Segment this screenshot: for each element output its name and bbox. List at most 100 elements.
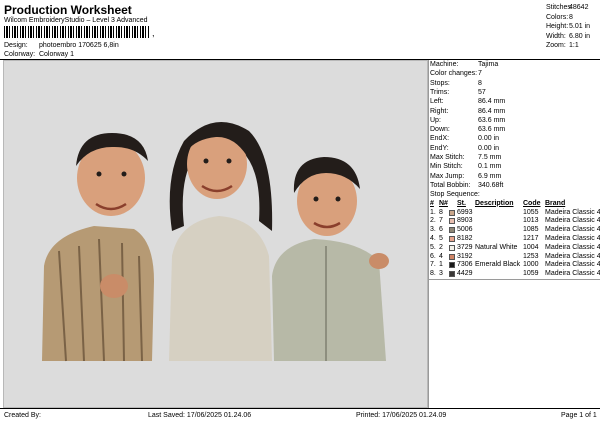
stat-label: Stitches:	[546, 4, 573, 11]
stat-label: Colors:	[546, 13, 569, 21]
row-description: Emerald Black	[475, 261, 521, 269]
girl-dress	[169, 216, 272, 361]
stop-sequence-row: 1. 8 6993 1055 Madeira Classic 40	[430, 209, 600, 218]
machine-label: Color changes:	[430, 70, 478, 78]
stat-width: Width: 6.80 in	[546, 32, 600, 42]
right-boy-eye	[313, 196, 319, 202]
header-code: Code	[523, 199, 541, 207]
stat-value: 5.01 in	[569, 23, 591, 31]
machine-label: EndX:	[430, 135, 450, 143]
stop-sequence-row: 4. 5 8182 1217 Madeira Classic 40	[430, 235, 600, 244]
machine-value: 8	[478, 79, 482, 87]
stat-colors: Colors:8	[546, 13, 600, 23]
right-boy-shirt	[272, 239, 386, 361]
machine-value: 340.68ft	[478, 181, 504, 189]
left-boy	[42, 133, 154, 362]
row-code: 1059	[523, 270, 539, 278]
colorway-label: Colorway:	[4, 51, 36, 58]
row-number: 7.	[430, 261, 436, 269]
header-needle: N#	[439, 199, 448, 207]
machine-label: Max Jump:	[430, 172, 465, 180]
design-stats: Stitches:48642 Colors:8 Height:5.01 in W…	[546, 3, 600, 51]
design-value: photoembro 170625 6,8in	[38, 42, 119, 49]
row-stitches: 3192	[457, 252, 473, 260]
stop-sequence-row: 3. 6 5006 1085 Madeira Classic 40	[430, 226, 600, 235]
total-bobbin-row: Total Bobbin: 340.68ft	[430, 181, 503, 190]
right-boy-eye	[335, 196, 341, 202]
machine-label: Trims:	[430, 88, 450, 96]
printed-date: Printed: 17/06/2025 01.24.09	[356, 412, 447, 419]
min-stitch-row: Min Stitch: 0.1 mm	[430, 162, 501, 171]
left-boy-hand	[100, 274, 128, 298]
colorway-value: Colorway 1	[38, 51, 74, 58]
row-needle: 8	[439, 208, 443, 216]
stop-sequence-row: 6. 4 3192 1253 Madeira Classic 40	[430, 253, 600, 262]
thread-color-swatch	[449, 253, 455, 260]
machine-label: Min Stitch:	[430, 163, 463, 171]
machine-row: Machine: Tajima	[430, 60, 498, 69]
barcode	[4, 26, 150, 38]
color-changes-row: Color changes:7	[430, 69, 482, 78]
machine-value: 86.4 mm	[478, 98, 506, 106]
stat-value: 8	[569, 13, 573, 21]
stat-height: Height:5.01 in	[546, 22, 600, 32]
header-number: #	[430, 199, 434, 207]
machine-label: Max Stitch:	[430, 154, 465, 161]
stop-sequence-row: 8. 3 4429 1059 Madeira Classic 40	[430, 270, 600, 279]
machine-label: Stops:	[430, 79, 450, 87]
design-preview[interactable]	[3, 60, 428, 408]
row-description: Natural White	[475, 243, 518, 251]
machine-value: 0.1 mm	[478, 163, 502, 171]
stop-sequence-title: Stop Sequence:	[430, 190, 480, 198]
row-code: 1085	[523, 226, 539, 234]
machine-label: EndY:	[430, 144, 449, 152]
machine-info-panel: Machine: Tajima Color changes:7 Stops: 8 T…	[428, 60, 600, 408]
row-stitches: 4429	[457, 270, 473, 278]
max-stitch-row: Max Stitch: 7.5 mm	[430, 153, 501, 162]
stat-value: 48642	[569, 4, 589, 11]
software-subtitle: Wilcom EmbroideryStudio – Level 3 Advanc…	[4, 17, 148, 24]
design-label: Design:	[4, 42, 28, 49]
machine-label: Right:	[430, 107, 449, 115]
row-needle: 1	[439, 261, 443, 269]
row-code: 1013	[523, 217, 539, 225]
row-brand: Madeira Classic 40	[545, 234, 600, 242]
row-brand: Madeira Classic 40	[545, 261, 600, 269]
thread-color-swatch	[449, 209, 455, 216]
machine-value: 0.00 in	[478, 135, 500, 143]
up-row: Up: 63.6 mm	[430, 116, 505, 125]
row-brand: Madeira Classic 40	[545, 226, 600, 234]
stat-value: 1:1	[569, 42, 579, 50]
row-code: 1000	[523, 261, 539, 269]
row-needle: 2	[439, 243, 443, 251]
stop-sequence-row: 5. 2 3729 Natural White 1004 Madeira Classic …	[430, 244, 600, 253]
machine-value: 0.00 in	[478, 144, 500, 152]
machine-value: 7.5 mm	[478, 154, 502, 161]
stop-sequence-rule	[429, 279, 600, 280]
row-brand: Madeira Classic 40	[545, 243, 600, 251]
row-number: 1.	[430, 208, 436, 216]
row-stitches: 8182	[457, 234, 473, 242]
stop-sequence-header: # N# St. Description Code Brand	[430, 200, 600, 209]
thread-color-swatch	[449, 262, 455, 269]
stat-stitches: Stitches:48642	[546, 3, 600, 13]
stat-label: Width:	[546, 32, 566, 40]
row-needle: 6	[439, 226, 443, 234]
left-row: Left: 86.4 mm	[430, 97, 505, 106]
row-brand: Madeira Classic 40	[545, 252, 600, 260]
row-stitches: 6993	[457, 208, 473, 216]
machine-value: 57	[478, 88, 486, 96]
left-boy-eye	[121, 171, 127, 177]
row-needle: 5	[439, 234, 443, 242]
stat-value: 6.80 in	[569, 32, 591, 40]
row-number: 8.	[430, 270, 436, 278]
girl-eye	[203, 158, 209, 164]
stat-label: Zoom:	[546, 42, 566, 50]
row-needle: 4	[439, 252, 443, 260]
header-stitches: St.	[457, 199, 466, 207]
row-number: 6.	[430, 252, 436, 260]
created-by: Created By:	[4, 412, 41, 419]
machine-value: 63.6 mm	[478, 116, 506, 124]
stat-label: Height:	[546, 23, 569, 31]
machine-label: Up:	[430, 116, 441, 124]
